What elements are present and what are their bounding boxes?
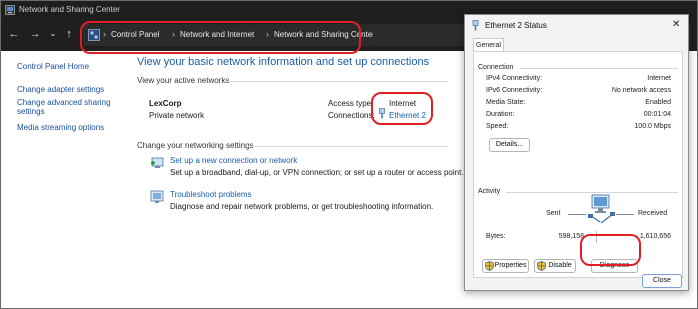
duration-label: Duration: xyxy=(486,111,515,118)
group-divider xyxy=(520,68,678,69)
activity-group-label: Activity xyxy=(478,188,501,195)
recent-dropdown-icon[interactable]: ⌄ xyxy=(46,27,60,41)
speed-label: Speed: xyxy=(486,123,509,130)
nav-change-adapter-settings[interactable]: Change adapter settings xyxy=(17,85,104,94)
bytes-sent-value: 598,158 xyxy=(558,233,584,240)
active-networks-label: View your active networks xyxy=(137,76,230,85)
connection-group-label: Connection xyxy=(478,64,514,71)
ipv6-label: IPv6 Connectivity: xyxy=(486,87,543,94)
back-arrow-icon[interactable]: ← xyxy=(7,27,21,41)
dialog-title: Ethernet 2 Status xyxy=(485,21,547,30)
sent-label: Sent xyxy=(546,210,561,217)
disable-button-label: Disable xyxy=(548,262,572,269)
section-divider xyxy=(248,146,448,147)
media-state-value: Enabled xyxy=(645,99,671,106)
network-sharing-center-window: Network and Sharing Center ← → ⌄ ↑ › Con… xyxy=(0,0,698,309)
chevron-right-icon: › xyxy=(103,29,106,39)
media-state-label: Media State: xyxy=(486,99,526,106)
details-button[interactable]: Details... xyxy=(489,138,530,152)
up-arrow-icon[interactable]: ↑ xyxy=(62,27,76,41)
ethernet-icon xyxy=(379,108,385,119)
connections-label: Connections: xyxy=(328,111,375,120)
ipv4-label: IPv4 Connectivity: xyxy=(486,75,543,82)
chevron-right-icon: › xyxy=(266,29,269,39)
forward-arrow-icon[interactable]: → xyxy=(28,27,42,41)
shield-icon xyxy=(537,261,546,271)
troubleshoot-icon xyxy=(150,190,164,203)
diagnose-button[interactable]: Diagnose xyxy=(591,259,638,273)
section-divider xyxy=(228,81,448,82)
nav-media-streaming[interactable]: Media streaming options xyxy=(17,123,104,132)
tab-general[interactable]: General xyxy=(473,38,504,52)
new-connection-icon xyxy=(151,157,164,168)
speed-value: 100.0 Mbps xyxy=(634,123,671,130)
ipv6-value: No network access xyxy=(611,87,671,94)
bytes-divider xyxy=(596,231,597,243)
access-type-value: Internet xyxy=(389,99,417,108)
window-title: Network and Sharing Center xyxy=(19,5,120,14)
network-type: Private network xyxy=(149,111,205,120)
breadcrumb-network-sharing-center[interactable]: Network and Sharing Center xyxy=(274,30,375,39)
access-type-label: Access type: xyxy=(328,99,374,108)
address-bar[interactable]: › Control Panel › Network and Internet ›… xyxy=(83,24,375,46)
general-panel: Connection IPv4 Connectivity: Internet I… xyxy=(473,51,683,278)
chevron-right-icon: › xyxy=(172,29,175,39)
bytes-label: Bytes: xyxy=(486,233,506,240)
control-panel-icon xyxy=(88,29,100,41)
troubleshoot-link[interactable]: Troubleshoot problems xyxy=(170,190,252,199)
bytes-received-value: 1,610,656 xyxy=(639,233,671,240)
page-title: View your basic network information and … xyxy=(137,56,430,68)
troubleshoot-description: Diagnose and repair network problems, or… xyxy=(170,202,434,211)
nav-change-advanced-sharing[interactable]: Change advanced sharing settings xyxy=(17,98,117,116)
network-center-icon xyxy=(5,5,15,15)
breadcrumb-network-internet[interactable]: Network and Internet xyxy=(180,30,254,39)
network-activity-icon xyxy=(588,194,615,224)
close-button[interactable]: Close xyxy=(642,274,682,288)
network-name: LexCorp xyxy=(149,99,182,108)
breadcrumb-control-panel[interactable]: Control Panel xyxy=(111,30,159,39)
ethernet-icon xyxy=(472,20,479,31)
ethernet-2-link[interactable]: Ethernet 2 xyxy=(389,111,426,120)
change-settings-label: Change your networking settings xyxy=(137,141,254,150)
setup-connection-description: Set up a broadband, dial-up, or VPN conn… xyxy=(170,168,464,177)
received-line xyxy=(616,214,634,215)
nav-control-panel-home[interactable]: Control Panel Home xyxy=(17,62,89,71)
ethernet-status-dialog: Ethernet 2 Status ✕ General Connection I… xyxy=(464,14,689,291)
sent-line xyxy=(568,214,586,215)
received-label: Received xyxy=(638,210,668,217)
duration-value: 00:01:04 xyxy=(643,111,671,118)
shield-icon xyxy=(485,261,494,271)
setup-connection-link[interactable]: Set up a new connection or network xyxy=(170,156,297,165)
close-icon[interactable]: ✕ xyxy=(672,19,680,30)
ipv4-value: Internet xyxy=(647,75,671,82)
properties-button-label: Properties xyxy=(494,262,527,269)
